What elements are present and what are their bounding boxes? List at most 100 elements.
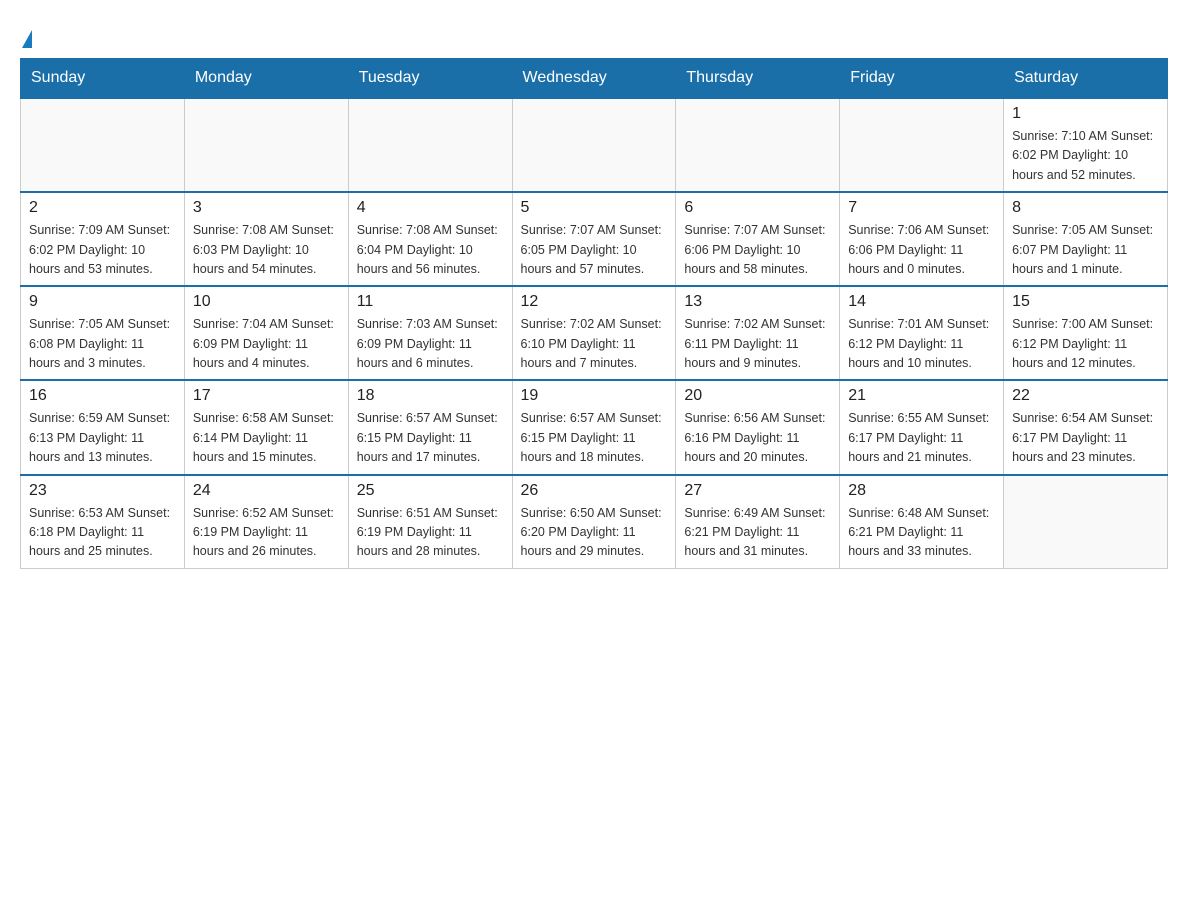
day-number: 2 <box>29 199 176 217</box>
day-cell: 22 Sunrise: 6:54 AM Sunset: 6:17 PM Dayli… <box>1004 380 1168 474</box>
day-info: Sunrise: 7:10 AM Sunset: 6:02 PM Dayligh… <box>1012 127 1159 185</box>
day-cell: 4 Sunrise: 7:08 AM Sunset: 6:04 PM Daylig… <box>348 192 512 286</box>
day-cell: 6Sunrise: 7:07 AM Sunset: 6:06 PM Daylig… <box>676 192 840 286</box>
day-cell <box>21 98 185 192</box>
day-info: Sunrise: 7:07 AM Sunset: 6:05 PM Dayligh… <box>521 221 668 279</box>
day-cell <box>512 98 676 192</box>
day-number: 18 <box>357 387 504 405</box>
day-cell: 10 Sunrise: 7:04 AM Sunset: 6:09 PM Dayli… <box>184 286 348 380</box>
day-cell: 28 Sunrise: 6:48 AM Sunset: 6:21 PM Dayli… <box>840 475 1004 569</box>
logo <box>20 30 32 42</box>
day-cell: 3Sunrise: 7:08 AM Sunset: 6:03 PM Daylig… <box>184 192 348 286</box>
header-wednesday: Wednesday <box>512 59 676 99</box>
day-number: 24 <box>193 482 340 500</box>
day-info: Sunrise: 7:02 AM Sunset: 6:11 PM Dayligh… <box>684 315 831 373</box>
day-info: Sunrise: 7:07 AM Sunset: 6:06 PM Dayligh… <box>684 221 831 279</box>
day-number: 14 <box>848 293 995 311</box>
day-cell: 24 Sunrise: 6:52 AM Sunset: 6:19 PM Dayli… <box>184 475 348 569</box>
day-number: 1 <box>1012 105 1159 123</box>
day-info: Sunrise: 7:00 AM Sunset: 6:12 PM Dayligh… <box>1012 315 1159 373</box>
day-number: 13 <box>684 293 831 311</box>
day-cell: 15 Sunrise: 7:00 AM Sunset: 6:12 PM Dayli… <box>1004 286 1168 380</box>
day-number: 15 <box>1012 293 1159 311</box>
day-info: Sunrise: 6:51 AM Sunset: 6:19 PM Dayligh… <box>357 504 504 562</box>
day-info: Sunrise: 7:02 AM Sunset: 6:10 PM Dayligh… <box>521 315 668 373</box>
day-info: Sunrise: 7:05 AM Sunset: 6:08 PM Dayligh… <box>29 315 176 373</box>
day-cell <box>348 98 512 192</box>
day-info: Sunrise: 6:50 AM Sunset: 6:20 PM Dayligh… <box>521 504 668 562</box>
day-cell: 20 Sunrise: 6:56 AM Sunset: 6:16 PM Dayli… <box>676 380 840 474</box>
day-info: Sunrise: 6:49 AM Sunset: 6:21 PM Dayligh… <box>684 504 831 562</box>
day-info: Sunrise: 7:05 AM Sunset: 6:07 PM Dayligh… <box>1012 221 1159 279</box>
header-sunday: Sunday <box>21 59 185 99</box>
header-thursday: Thursday <box>676 59 840 99</box>
day-number: 10 <box>193 293 340 311</box>
day-number: 16 <box>29 387 176 405</box>
day-cell: 8 Sunrise: 7:05 AM Sunset: 6:07 PM Daylig… <box>1004 192 1168 286</box>
header-monday: Monday <box>184 59 348 99</box>
header-saturday: Saturday <box>1004 59 1168 99</box>
day-number: 23 <box>29 482 176 500</box>
day-cell: 2 Sunrise: 7:09 AM Sunset: 6:02 PM Daylig… <box>21 192 185 286</box>
day-info: Sunrise: 6:53 AM Sunset: 6:18 PM Dayligh… <box>29 504 176 562</box>
day-cell: 18 Sunrise: 6:57 AM Sunset: 6:15 PM Dayli… <box>348 380 512 474</box>
day-info: Sunrise: 6:57 AM Sunset: 6:15 PM Dayligh… <box>357 409 504 467</box>
day-cell: 1 Sunrise: 7:10 AM Sunset: 6:02 PM Daylig… <box>1004 98 1168 192</box>
day-cell: 17Sunrise: 6:58 AM Sunset: 6:14 PM Dayli… <box>184 380 348 474</box>
header-tuesday: Tuesday <box>348 59 512 99</box>
day-info: Sunrise: 6:55 AM Sunset: 6:17 PM Dayligh… <box>848 409 995 467</box>
day-cell <box>184 98 348 192</box>
day-info: Sunrise: 6:52 AM Sunset: 6:19 PM Dayligh… <box>193 504 340 562</box>
day-cell: 14 Sunrise: 7:01 AM Sunset: 6:12 PM Dayli… <box>840 286 1004 380</box>
day-info: Sunrise: 6:54 AM Sunset: 6:17 PM Dayligh… <box>1012 409 1159 467</box>
week-row-3: 9Sunrise: 7:05 AM Sunset: 6:08 PM Daylig… <box>21 286 1168 380</box>
day-number: 26 <box>521 482 668 500</box>
day-cell: 26 Sunrise: 6:50 AM Sunset: 6:20 PM Dayli… <box>512 475 676 569</box>
week-row-4: 16 Sunrise: 6:59 AM Sunset: 6:13 PM Dayli… <box>21 380 1168 474</box>
day-info: Sunrise: 6:48 AM Sunset: 6:21 PM Dayligh… <box>848 504 995 562</box>
day-cell: 7Sunrise: 7:06 AM Sunset: 6:06 PM Daylig… <box>840 192 1004 286</box>
day-info: Sunrise: 6:59 AM Sunset: 6:13 PM Dayligh… <box>29 409 176 467</box>
day-cell: 23 Sunrise: 6:53 AM Sunset: 6:18 PM Dayli… <box>21 475 185 569</box>
day-number: 21 <box>848 387 995 405</box>
day-number: 8 <box>1012 199 1159 217</box>
day-number: 25 <box>357 482 504 500</box>
day-number: 4 <box>357 199 504 217</box>
day-number: 5 <box>521 199 668 217</box>
week-row-2: 2 Sunrise: 7:09 AM Sunset: 6:02 PM Daylig… <box>21 192 1168 286</box>
day-cell: 11 Sunrise: 7:03 AM Sunset: 6:09 PM Dayli… <box>348 286 512 380</box>
day-cell: 12Sunrise: 7:02 AM Sunset: 6:10 PM Dayli… <box>512 286 676 380</box>
day-cell: 9Sunrise: 7:05 AM Sunset: 6:08 PM Daylig… <box>21 286 185 380</box>
day-cell: 16 Sunrise: 6:59 AM Sunset: 6:13 PM Dayli… <box>21 380 185 474</box>
day-number: 22 <box>1012 387 1159 405</box>
day-cell: 13 Sunrise: 7:02 AM Sunset: 6:11 PM Dayli… <box>676 286 840 380</box>
day-cell: 21 Sunrise: 6:55 AM Sunset: 6:17 PM Dayli… <box>840 380 1004 474</box>
day-cell <box>1004 475 1168 569</box>
day-cell <box>840 98 1004 192</box>
day-info: Sunrise: 7:03 AM Sunset: 6:09 PM Dayligh… <box>357 315 504 373</box>
day-info: Sunrise: 7:04 AM Sunset: 6:09 PM Dayligh… <box>193 315 340 373</box>
day-number: 17 <box>193 387 340 405</box>
day-info: Sunrise: 6:56 AM Sunset: 6:16 PM Dayligh… <box>684 409 831 467</box>
day-cell <box>676 98 840 192</box>
week-row-5: 23 Sunrise: 6:53 AM Sunset: 6:18 PM Dayli… <box>21 475 1168 569</box>
header-row: SundayMondayTuesdayWednesdayThursdayFrid… <box>21 59 1168 99</box>
day-cell: 27 Sunrise: 6:49 AM Sunset: 6:21 PM Dayli… <box>676 475 840 569</box>
day-info: Sunrise: 7:08 AM Sunset: 6:03 PM Dayligh… <box>193 221 340 279</box>
header-friday: Friday <box>840 59 1004 99</box>
day-cell: 25 Sunrise: 6:51 AM Sunset: 6:19 PM Dayli… <box>348 475 512 569</box>
day-number: 27 <box>684 482 831 500</box>
day-info: Sunrise: 7:06 AM Sunset: 6:06 PM Dayligh… <box>848 221 995 279</box>
day-number: 11 <box>357 293 504 311</box>
calendar-table: SundayMondayTuesdayWednesdayThursdayFrid… <box>20 58 1168 569</box>
day-cell: 5 Sunrise: 7:07 AM Sunset: 6:05 PM Daylig… <box>512 192 676 286</box>
day-info: Sunrise: 6:57 AM Sunset: 6:15 PM Dayligh… <box>521 409 668 467</box>
day-info: Sunrise: 7:09 AM Sunset: 6:02 PM Dayligh… <box>29 221 176 279</box>
week-row-1: 1 Sunrise: 7:10 AM Sunset: 6:02 PM Daylig… <box>21 98 1168 192</box>
day-number: 20 <box>684 387 831 405</box>
day-info: Sunrise: 7:08 AM Sunset: 6:04 PM Dayligh… <box>357 221 504 279</box>
logo-triangle-icon <box>22 30 32 48</box>
day-number: 28 <box>848 482 995 500</box>
day-cell: 19Sunrise: 6:57 AM Sunset: 6:15 PM Dayli… <box>512 380 676 474</box>
day-info: Sunrise: 7:01 AM Sunset: 6:12 PM Dayligh… <box>848 315 995 373</box>
